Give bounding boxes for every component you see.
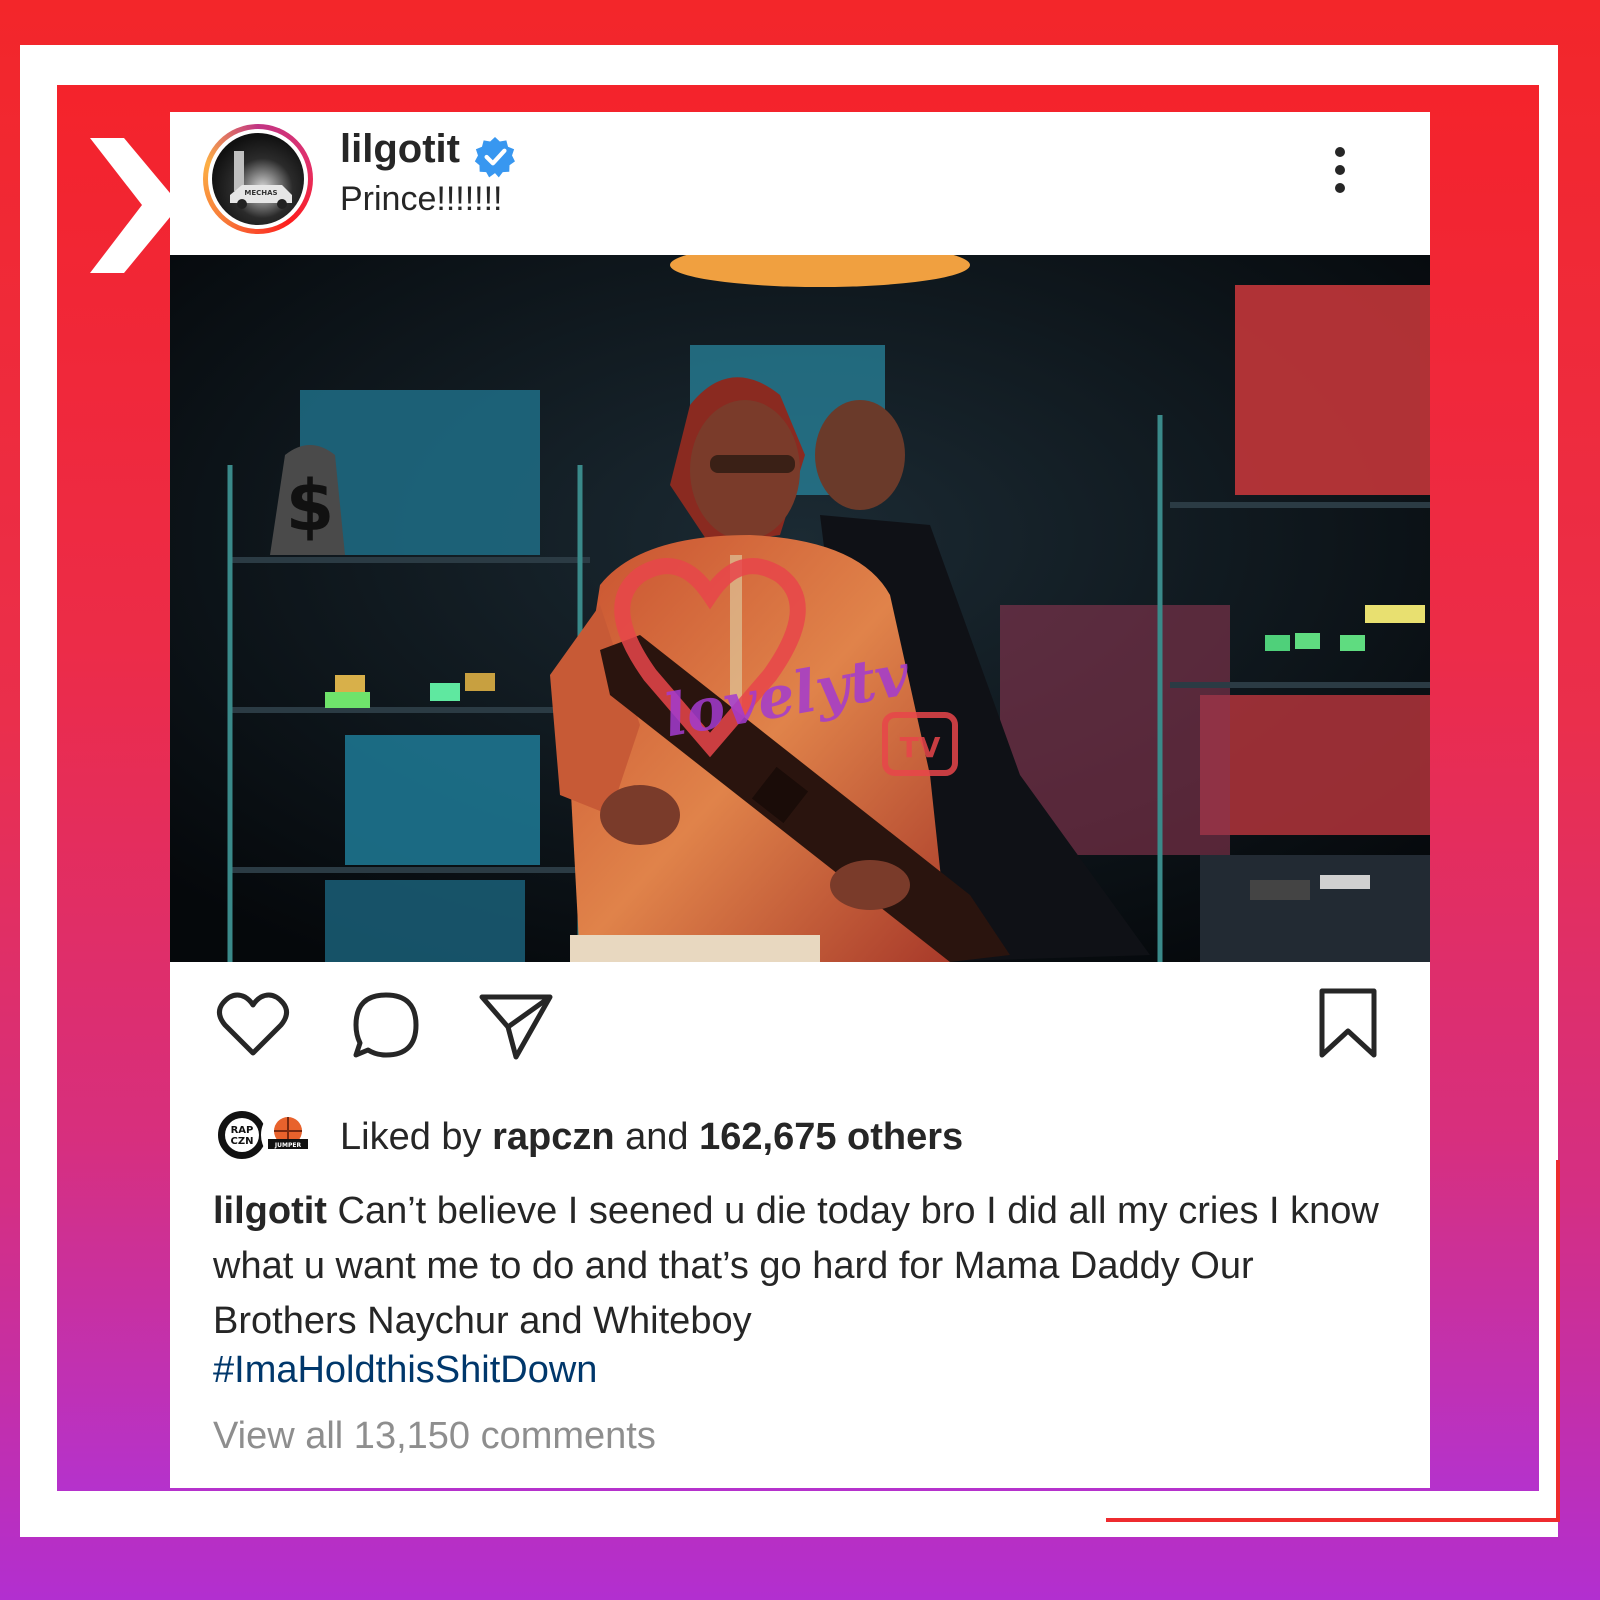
post-header: MECHAS lilgotit Prince!!!!!!! bbox=[170, 112, 1430, 255]
post-location[interactable]: Prince!!!!!!! bbox=[340, 180, 503, 219]
likes-row[interactable]: RAP CZN JUMPER Liked by rapczn and 162,6… bbox=[215, 1108, 1415, 1168]
send-icon[interactable] bbox=[478, 987, 554, 1063]
avatar[interactable]: MECHAS bbox=[203, 124, 313, 234]
post-caption: lilgotit Can’t believe I seened u die to… bbox=[213, 1184, 1388, 1349]
more-options-button[interactable] bbox=[1320, 142, 1360, 202]
svg-text:JUMPER: JUMPER bbox=[274, 1142, 302, 1149]
liker-username[interactable]: rapczn bbox=[492, 1116, 614, 1158]
post-photo[interactable]: $ lovelytv TV bbox=[170, 255, 1430, 962]
instagram-post-card: MECHAS lilgotit Prince!!!!!!! $ lovelytv… bbox=[170, 112, 1430, 1488]
post-photo-illustration: $ lovelytv TV bbox=[170, 255, 1430, 962]
avatar-image: MECHAS bbox=[212, 133, 304, 225]
likes-count[interactable]: 162,675 others bbox=[699, 1116, 963, 1158]
svg-text:CZN: CZN bbox=[231, 1136, 254, 1147]
verified-badge-icon bbox=[474, 137, 515, 178]
comment-icon[interactable] bbox=[348, 987, 424, 1063]
bookmark-icon[interactable] bbox=[1310, 987, 1386, 1063]
graphic-canvas: MECHAS lilgotit Prince!!!!!!! $ lovelytv… bbox=[0, 0, 1600, 1600]
svg-text:$: $ bbox=[286, 465, 335, 547]
svg-text:RAP: RAP bbox=[231, 1125, 254, 1136]
play-chevron-icon bbox=[90, 138, 180, 273]
post-username[interactable]: lilgotit bbox=[340, 127, 460, 172]
svg-text:TV: TV bbox=[900, 731, 941, 764]
caption-text: Can’t believe I seened u die today bro I… bbox=[213, 1190, 1379, 1342]
caption-username[interactable]: lilgotit bbox=[213, 1190, 327, 1232]
caption-hashtag[interactable]: #ImaHoldthisShitDown bbox=[213, 1349, 597, 1392]
view-comments-link[interactable]: View all 13,150 comments bbox=[213, 1415, 656, 1458]
liker-avatar-jumper: JUMPER bbox=[261, 1108, 315, 1162]
likes-text: Liked by rapczn and 162,675 others bbox=[340, 1116, 964, 1158]
post-actions-bar bbox=[170, 962, 1430, 1092]
svg-text:MECHAS: MECHAS bbox=[244, 189, 277, 197]
heart-icon[interactable] bbox=[215, 987, 291, 1063]
